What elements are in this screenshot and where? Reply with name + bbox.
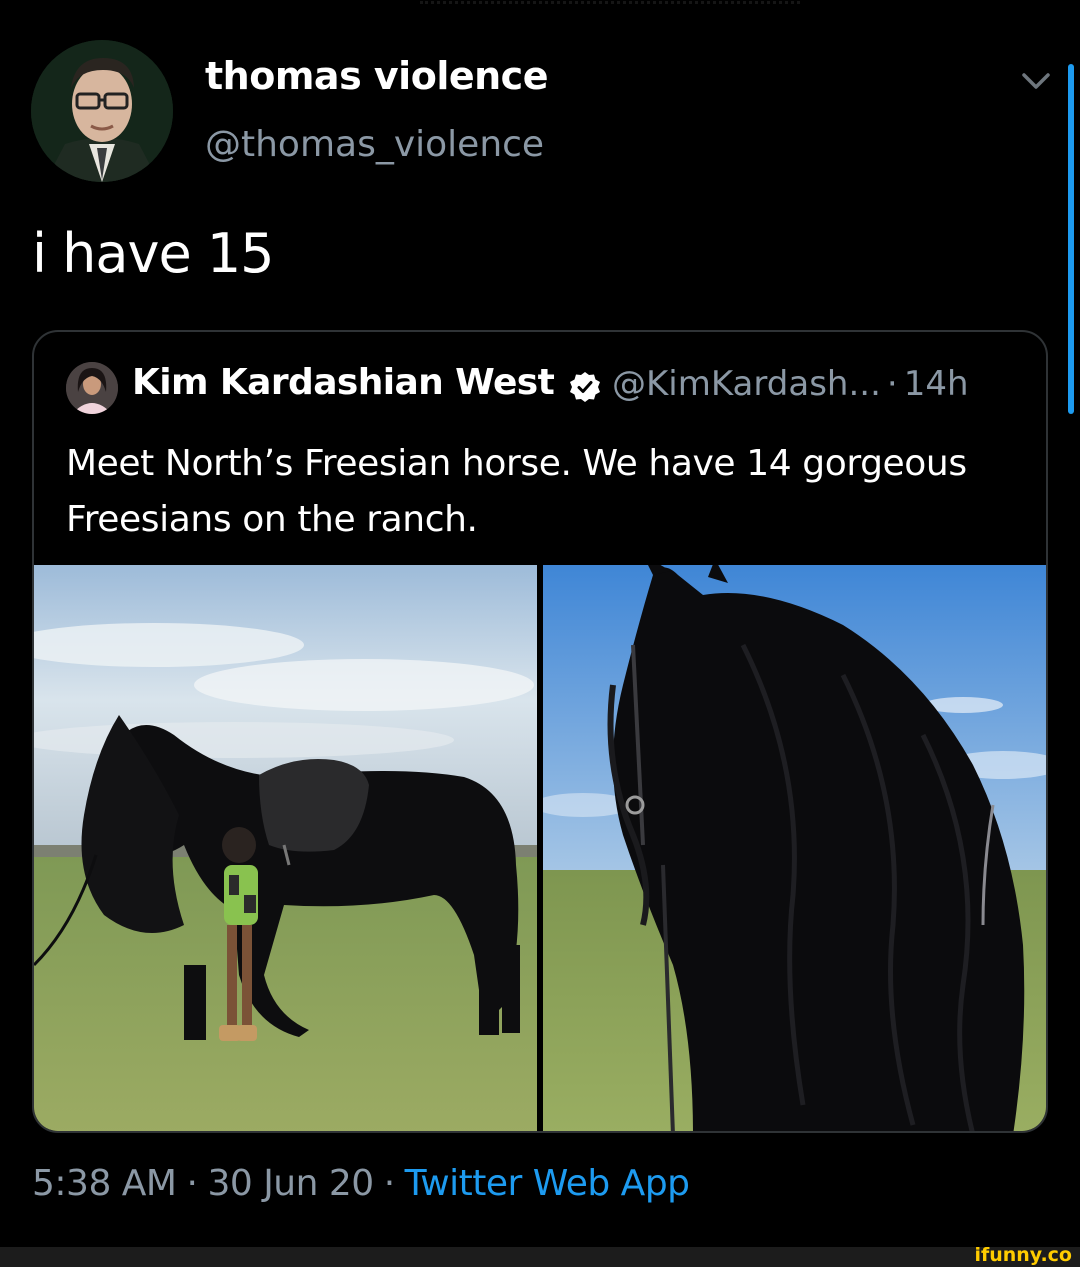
quoted-meta: @KimKardash... · 14h bbox=[612, 364, 969, 404]
media-photo-1[interactable] bbox=[34, 565, 537, 1131]
avatar-portrait-icon bbox=[31, 40, 173, 182]
quoted-time-ago[interactable]: 14h bbox=[904, 364, 969, 404]
tweet-source-link[interactable]: Twitter Web App bbox=[405, 1163, 690, 1204]
horse-mane-closeup-photo-icon bbox=[543, 565, 1046, 1131]
chevron-down-icon[interactable] bbox=[1018, 66, 1054, 96]
tweet-date[interactable]: 30 Jun 20 bbox=[207, 1163, 374, 1204]
quoted-author-name[interactable]: Kim Kardashian West bbox=[132, 362, 555, 403]
author-avatar[interactable] bbox=[31, 40, 173, 182]
quoted-tweet-card[interactable]: Kim Kardashian West @KimKardash... · 14h M… bbox=[32, 330, 1048, 1133]
tweet-metadata: 5:38 AM · 30 Jun 20 · Twitter Web App bbox=[32, 1163, 690, 1204]
quoted-author-avatar[interactable] bbox=[66, 362, 118, 414]
ifunny-watermark: ifunny.co bbox=[974, 1244, 1072, 1266]
quoted-tweet-text: Meet North’s Freesian horse. We have 14 … bbox=[66, 443, 967, 540]
scrollbar-thumb[interactable] bbox=[1068, 64, 1074, 414]
cropped-top-edge bbox=[0, 0, 1080, 14]
quoted-avatar-portrait-icon bbox=[66, 362, 118, 414]
horse-with-child-photo-icon bbox=[34, 565, 537, 1131]
footer-separator: · bbox=[186, 1163, 198, 1204]
meta-separator: · bbox=[886, 364, 898, 404]
author-handle[interactable]: @thomas_violence bbox=[205, 124, 544, 165]
verified-badge-icon bbox=[568, 370, 602, 404]
media-photo-2[interactable] bbox=[543, 565, 1046, 1131]
cropped-text-remnant bbox=[420, 0, 800, 4]
quoted-media-grid bbox=[34, 565, 1046, 1131]
tweet-time[interactable]: 5:38 AM bbox=[32, 1163, 177, 1204]
footer-separator: · bbox=[383, 1163, 395, 1204]
bottom-bar bbox=[0, 1247, 1080, 1267]
author-display-name[interactable]: thomas violence bbox=[205, 54, 548, 98]
quoted-author-handle[interactable]: @KimKardash... bbox=[612, 364, 881, 404]
tweet-text: i have 15 bbox=[32, 222, 275, 285]
